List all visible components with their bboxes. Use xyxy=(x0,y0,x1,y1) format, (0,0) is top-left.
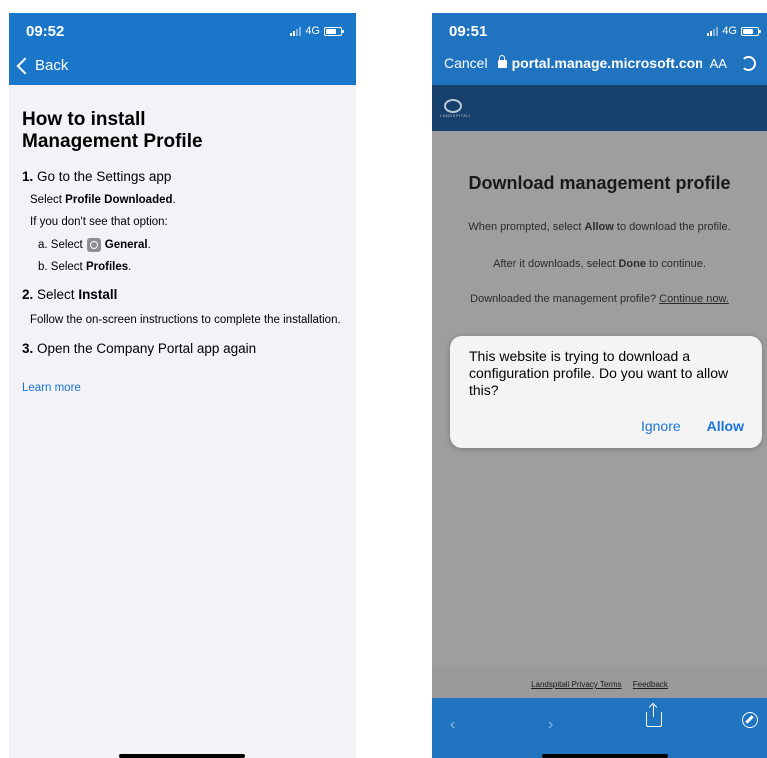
step-2-instruction: Follow the on-screen instructions to com… xyxy=(30,314,341,326)
step-number: 2. xyxy=(22,287,34,302)
step-text: Go to the Settings app xyxy=(37,169,172,184)
network-label: 4G xyxy=(722,25,737,37)
bold-text: Install xyxy=(78,287,118,302)
browser-screen: 09:51 4G Cancel portal.manage.microsoft.… xyxy=(432,13,767,758)
title-line-2: Management Profile xyxy=(22,131,203,152)
bold-text: Done xyxy=(618,258,646,270)
text: b. Select xyxy=(38,261,83,273)
install-instructions-screen: 09:52 4G Back How to install Management … xyxy=(9,13,356,758)
back-label: Back xyxy=(35,57,69,74)
share-icon[interactable] xyxy=(646,705,662,727)
dialog-buttons: Ignore Allow xyxy=(641,418,744,434)
battery-icon xyxy=(741,26,761,36)
lock-icon xyxy=(497,55,507,68)
page-footer: Landspitali Privacy Terms Feedback xyxy=(432,666,767,698)
title-line-1: How to install xyxy=(22,109,146,130)
step-3: 3. Open the Company Portal app again xyxy=(22,341,342,356)
text: Select xyxy=(37,287,79,302)
text: . xyxy=(147,239,151,251)
dialog-message: This website is trying to download a con… xyxy=(469,348,729,398)
text: a. Select xyxy=(38,239,83,251)
network-label: 4G xyxy=(305,25,320,37)
step-text: Open the Company Portal app again xyxy=(37,341,257,356)
brand-text: LANDSPITALI xyxy=(440,113,471,118)
instruction-continue: Downloaded the management profile? Conti… xyxy=(432,293,767,305)
step-2: 2. Select Install xyxy=(22,287,342,302)
download-heading: Download management profile xyxy=(468,173,731,193)
text: When prompted, select xyxy=(468,221,585,233)
status-indicators: 4G xyxy=(707,25,761,37)
step-number: 1. xyxy=(22,169,34,184)
status-time: 09:51 xyxy=(449,23,488,40)
left-header: 09:52 4G Back xyxy=(9,13,356,85)
browser-header: 09:51 4G Cancel portal.manage.microsoft.… xyxy=(432,13,767,85)
chevron-left-icon xyxy=(16,57,34,74)
browser-forward-button[interactable]: › xyxy=(548,716,553,734)
text: Downloaded the management profile? xyxy=(470,293,660,305)
signal-icon xyxy=(707,26,719,36)
text-size-button[interactable]: AA xyxy=(710,56,727,71)
browser-back-button[interactable]: ‹ xyxy=(450,716,455,734)
back-button[interactable]: Back xyxy=(13,57,68,74)
step-1-option-b: b. Select Profiles. xyxy=(38,261,342,273)
text: to continue. xyxy=(645,258,706,270)
download-profile-dialog: This website is trying to download a con… xyxy=(450,336,762,448)
ignore-button[interactable]: Ignore xyxy=(641,418,681,434)
step-1-note: If you don't see that option: xyxy=(30,216,168,228)
settings-gear-icon xyxy=(86,238,101,252)
learn-more-link[interactable]: Learn more xyxy=(22,382,81,394)
text: . xyxy=(128,261,132,273)
allow-button[interactable]: Allow xyxy=(707,418,744,434)
bold-text: Allow xyxy=(584,221,614,233)
home-indicator[interactable] xyxy=(542,754,668,758)
signal-icon xyxy=(290,26,302,36)
bold-text: Profiles xyxy=(85,261,129,273)
reload-icon[interactable] xyxy=(740,55,756,71)
feedback-link[interactable]: Feedback xyxy=(633,680,668,689)
address-bar: Cancel portal.manage.microsoft.com AA xyxy=(432,55,767,71)
step-1-option-a: a. Select General. xyxy=(38,238,342,252)
continue-now-link[interactable]: Continue now. xyxy=(659,293,729,305)
step-1-instruction: Select Profile Downloaded. xyxy=(30,194,342,206)
privacy-terms-link[interactable]: Landspitali Privacy Terms xyxy=(531,680,622,689)
browser-toolbar: ‹ › xyxy=(432,698,767,758)
cancel-button[interactable]: Cancel xyxy=(444,55,488,71)
instructions-content: How to install Management Profile 1. Go … xyxy=(22,109,342,396)
home-indicator[interactable] xyxy=(119,754,245,758)
bold-text: Profile Downloaded xyxy=(65,194,173,206)
compass-icon[interactable] xyxy=(742,712,758,728)
instruction-allow: When prompted, select Allow to download … xyxy=(432,221,767,233)
status-time: 09:52 xyxy=(26,23,65,40)
bold-text: General xyxy=(104,239,148,251)
text: After it downloads, select xyxy=(493,258,619,270)
text: . xyxy=(172,194,176,206)
instruction-done: After it downloads, select Done to conti… xyxy=(432,258,767,270)
landspitali-logo-icon xyxy=(444,99,462,113)
text: to download the profile. xyxy=(613,221,731,233)
text: Select xyxy=(30,194,66,206)
page-title: How to install Management Profile xyxy=(22,109,342,153)
step-number: 3. xyxy=(22,341,34,356)
url-field[interactable]: portal.manage.microsoft.com xyxy=(512,55,702,71)
status-indicators: 4G xyxy=(290,25,344,37)
step-1: 1. Go to the Settings app xyxy=(22,169,342,184)
battery-icon xyxy=(324,26,344,36)
brand-bar: LANDSPITALI xyxy=(432,85,767,131)
